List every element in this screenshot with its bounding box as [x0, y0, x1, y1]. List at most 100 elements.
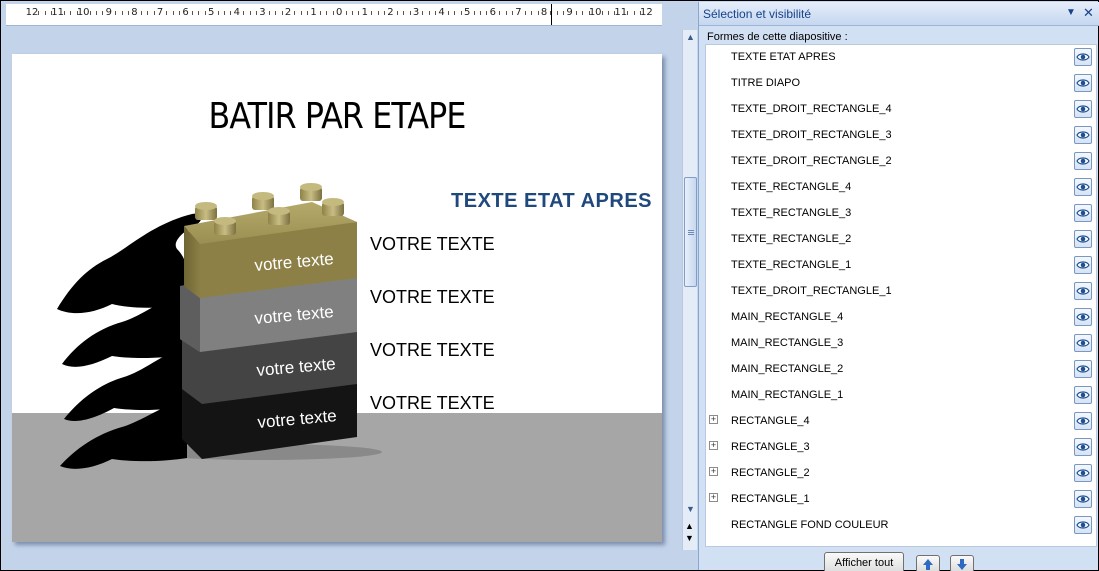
- shape-name[interactable]: TITRE DIAPO: [731, 77, 800, 89]
- visibility-eye-icon[interactable]: [1074, 490, 1092, 508]
- shape-row[interactable]: MAIN_RECTANGLE_4: [706, 305, 1096, 331]
- shape-name[interactable]: RECTANGLE_1: [731, 493, 810, 505]
- visibility-eye-icon[interactable]: [1074, 438, 1092, 456]
- ruler-tick: [268, 11, 270, 15]
- shape-row[interactable]: TEXTE_RECTANGLE_4: [706, 175, 1096, 201]
- move-up-button[interactable]: [916, 555, 940, 571]
- ruler-tick: [371, 11, 373, 15]
- shape-row[interactable]: MAIN_RECTANGLE_3: [706, 331, 1096, 357]
- scroll-up-arrow-icon[interactable]: ▲: [683, 30, 698, 44]
- shape-row[interactable]: + RECTANGLE_4: [706, 409, 1096, 435]
- shape-row[interactable]: TEXTE_RECTANGLE_3: [706, 201, 1096, 227]
- ruler-number: 10: [76, 7, 90, 18]
- visibility-eye-icon[interactable]: [1074, 282, 1092, 300]
- shape-row[interactable]: TEXTE ETAT APRES: [706, 45, 1096, 71]
- visibility-eye-icon[interactable]: [1074, 334, 1092, 352]
- ruler-tick: [230, 11, 232, 15]
- shape-name[interactable]: RECTANGLE_3: [731, 441, 810, 453]
- right-text-1[interactable]: VOTRE TEXTE: [370, 393, 495, 414]
- visibility-eye-icon[interactable]: [1074, 178, 1092, 196]
- shape-row[interactable]: + RECTANGLE_1: [706, 487, 1096, 513]
- shape-name[interactable]: TEXTE_DROIT_RECTANGLE_4: [731, 103, 892, 115]
- hand-silhouettes[interactable]: [57, 213, 202, 469]
- visibility-eye-icon[interactable]: [1074, 204, 1092, 222]
- expand-plus-icon[interactable]: +: [709, 493, 718, 502]
- shape-name[interactable]: TEXTE_DROIT_RECTANGLE_1: [731, 285, 892, 297]
- ruler-tick: [345, 11, 347, 15]
- visibility-eye-icon[interactable]: [1074, 516, 1092, 534]
- dropdown-arrow-icon[interactable]: ▼: [1066, 7, 1076, 18]
- slide-canvas[interactable]: BATIR PAR ETAPE TEXTE ETAT APRES votre t…: [12, 54, 662, 542]
- shape-name[interactable]: MAIN_RECTANGLE_4: [731, 311, 843, 323]
- visibility-eye-icon[interactable]: [1074, 100, 1092, 118]
- ruler-tick: [505, 11, 507, 15]
- visibility-eye-icon[interactable]: [1074, 386, 1092, 404]
- shape-row[interactable]: TEXTE_DROIT_RECTANGLE_2: [706, 149, 1096, 175]
- scroll-thumb[interactable]: [684, 177, 697, 287]
- expand-plus-icon[interactable]: +: [709, 467, 718, 476]
- shape-row[interactable]: TEXTE_RECTANGLE_2: [706, 227, 1096, 253]
- shape-name[interactable]: TEXTE_RECTANGLE_3: [731, 207, 851, 219]
- ruler-tick: [332, 11, 334, 15]
- previous-slide-icon[interactable]: ▲: [682, 520, 697, 532]
- shape-name[interactable]: MAIN_RECTANGLE_3: [731, 337, 843, 349]
- next-slide-icon[interactable]: ▼: [682, 532, 697, 544]
- shape-row[interactable]: TITRE DIAPO: [706, 71, 1096, 97]
- ruler-number: 8: [131, 7, 138, 18]
- shape-row[interactable]: RECTANGLE FOND COULEUR: [706, 513, 1096, 539]
- scroll-down-arrow-icon[interactable]: ▼: [683, 502, 698, 516]
- shape-name[interactable]: RECTANGLE_4: [731, 415, 810, 427]
- visibility-eye-icon[interactable]: [1074, 360, 1092, 378]
- ruler-number: 0: [336, 7, 343, 18]
- ruler-tick: [121, 11, 123, 15]
- shape-name[interactable]: TEXTE_DROIT_RECTANGLE_2: [731, 155, 892, 167]
- shape-row[interactable]: MAIN_RECTANGLE_2: [706, 357, 1096, 383]
- visibility-eye-icon[interactable]: [1074, 256, 1092, 274]
- shape-name[interactable]: MAIN_RECTANGLE_1: [731, 389, 843, 401]
- shape-row[interactable]: TEXTE_DROIT_RECTANGLE_3: [706, 123, 1096, 149]
- shape-row[interactable]: + RECTANGLE_2: [706, 461, 1096, 487]
- move-down-button[interactable]: [950, 555, 974, 571]
- ruler-tick: [454, 11, 456, 15]
- right-text-2[interactable]: VOTRE TEXTE: [370, 340, 495, 361]
- shape-name[interactable]: TEXTE_RECTANGLE_1: [731, 259, 851, 271]
- ruler-tick: [448, 11, 449, 15]
- shape-row[interactable]: TEXTE_RECTANGLE_1: [706, 253, 1096, 279]
- shape-name[interactable]: TEXTE_RECTANGLE_4: [731, 181, 851, 193]
- visibility-eye-icon[interactable]: [1074, 74, 1092, 92]
- shape-name[interactable]: MAIN_RECTANGLE_2: [731, 363, 843, 375]
- shape-name[interactable]: TEXTE_RECTANGLE_2: [731, 233, 851, 245]
- expand-plus-icon[interactable]: +: [709, 415, 718, 424]
- shapes-list[interactable]: TEXTE ETAT APRES TITRE DIAPO TEXTE_DROIT_R…: [705, 44, 1097, 547]
- visibility-eye-icon[interactable]: [1074, 126, 1092, 144]
- shapes-label: Formes de cette diapositive :: [707, 31, 848, 43]
- ruler-tick: [480, 11, 481, 15]
- shape-name[interactable]: RECTANGLE FOND COULEUR: [731, 519, 888, 531]
- vertical-scrollbar[interactable]: ▲ ▼: [682, 30, 697, 550]
- shape-row[interactable]: MAIN_RECTANGLE_1: [706, 383, 1096, 409]
- shape-row[interactable]: + RECTANGLE_3: [706, 435, 1096, 461]
- shape-name[interactable]: RECTANGLE_2: [731, 467, 810, 479]
- ruler-tick: [294, 11, 296, 15]
- shape-row[interactable]: TEXTE_DROIT_RECTANGLE_1: [706, 279, 1096, 305]
- horizontal-ruler[interactable]: 12 11 10 9 8 7 6 5 4 3 2 1 0 1 2 3 4 5 6 7 8 9 10 11 12: [6, 4, 662, 26]
- visibility-eye-icon[interactable]: [1074, 152, 1092, 170]
- shape-name[interactable]: TEXTE_DROIT_RECTANGLE_3: [731, 129, 892, 141]
- ruler-tick: [499, 11, 501, 15]
- expand-plus-icon[interactable]: +: [709, 441, 718, 450]
- show-all-button[interactable]: Afficher tout: [824, 552, 904, 571]
- right-text-3[interactable]: VOTRE TEXTE: [370, 287, 495, 308]
- close-icon[interactable]: ✕: [1083, 5, 1094, 21]
- pane-title: Sélection et visibilité: [703, 7, 812, 21]
- visibility-eye-icon[interactable]: [1074, 230, 1092, 248]
- ruler-number: 8: [540, 7, 548, 18]
- visibility-eye-icon[interactable]: [1074, 412, 1092, 430]
- visibility-eye-icon[interactable]: [1074, 48, 1092, 66]
- visibility-eye-icon[interactable]: [1074, 464, 1092, 482]
- ruler-number: 12: [25, 7, 39, 18]
- shape-row[interactable]: TEXTE_DROIT_RECTANGLE_4: [706, 97, 1096, 123]
- shape-name[interactable]: TEXTE ETAT APRES: [731, 51, 836, 63]
- right-text-4[interactable]: VOTRE TEXTE: [370, 234, 495, 255]
- visibility-eye-icon[interactable]: [1074, 308, 1092, 326]
- ruler-number: 3: [259, 7, 266, 18]
